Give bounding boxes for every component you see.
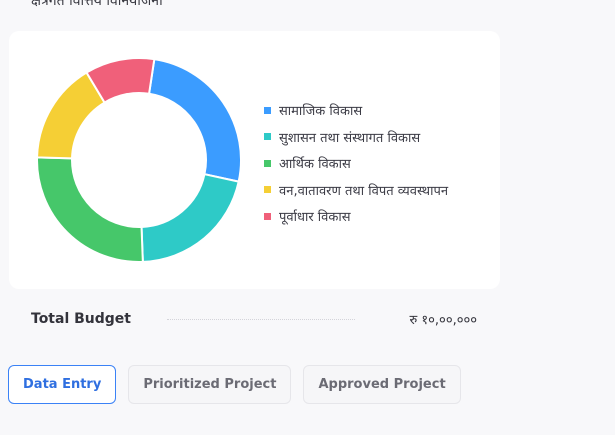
legend-item[interactable]: पूर्वाधार विकास	[264, 203, 448, 230]
total-budget-label: Total Budget	[31, 311, 131, 327]
legend-label: आर्थिक विकास	[279, 157, 351, 173]
legend-item[interactable]: सुशासन तथा संस्थागत विकास	[264, 124, 448, 151]
legend-item[interactable]: सामाजिक विकास	[264, 97, 448, 124]
allocation-chart-card: सामाजिक विकास सुशासन तथा संस्थागत विकास …	[9, 31, 500, 289]
legend-swatch	[264, 106, 271, 114]
total-budget-value: रु १०,००,०००	[409, 313, 478, 328]
legend-swatch	[264, 212, 271, 220]
tab-prioritized-project[interactable]: Prioritized Project	[128, 365, 292, 404]
tab-data-entry[interactable]: Data Entry	[8, 365, 117, 404]
section-heading: क्षेत्रगत वित्तिय विनियोजनो	[31, 0, 163, 9]
donut-chart	[36, 57, 242, 263]
legend-label: पूर्वाधार विकास	[279, 210, 351, 226]
legend-swatch	[264, 186, 271, 194]
donut-slice-2[interactable]	[140, 173, 240, 263]
total-budget-row: Total Budget रु १०,००,०००	[31, 307, 477, 331]
chart-legend: सामाजिक विकास सुशासन तथा संस्थागत विकास …	[264, 97, 448, 230]
project-tabs: Data Entry Prioritized Project Approved …	[8, 365, 473, 404]
leader-dots	[167, 319, 355, 320]
donut-slice-1[interactable]	[147, 58, 242, 183]
donut-slice-3[interactable]	[36, 156, 144, 263]
legend-item[interactable]: वन,वातावरण तथा विपत व्यवस्थापन	[264, 177, 448, 204]
legend-item[interactable]: आर्थिक विकास	[264, 150, 448, 177]
legend-label: सुशासन तथा संस्थागत विकास	[279, 130, 421, 146]
tab-approved-project[interactable]: Approved Project	[303, 365, 461, 404]
legend-label: वन,वातावरण तथा विपत व्यवस्थापन	[279, 183, 449, 199]
legend-swatch	[264, 133, 271, 141]
legend-swatch	[264, 159, 271, 167]
legend-label: सामाजिक विकास	[279, 104, 363, 120]
